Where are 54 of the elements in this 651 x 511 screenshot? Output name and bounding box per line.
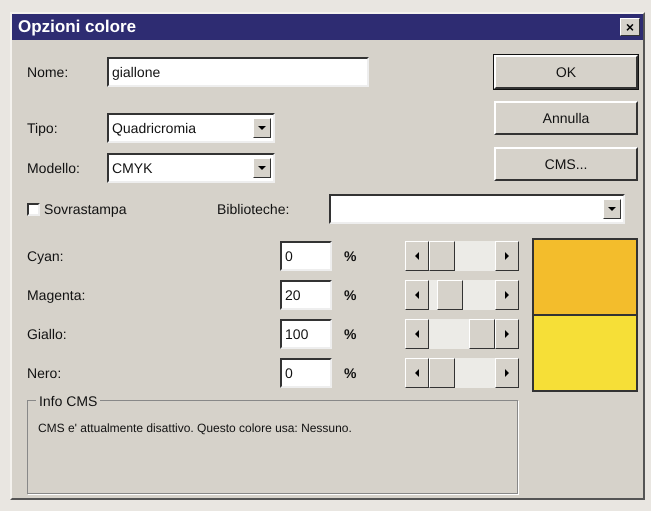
value-field[interactable]: 0 bbox=[280, 241, 332, 271]
unit-label: % bbox=[343, 324, 358, 344]
arrow-left-icon bbox=[413, 252, 421, 260]
scroll-left-button[interactable] bbox=[405, 358, 429, 388]
unit-label: % bbox=[343, 364, 358, 382]
channel-label: Cyan: bbox=[27, 246, 65, 266]
scroll-right-button[interactable] bbox=[495, 358, 519, 388]
value-field[interactable]: 100 bbox=[280, 319, 332, 349]
name-field[interactable]: giallone bbox=[107, 57, 369, 87]
dropdown-button[interactable] bbox=[253, 118, 271, 138]
scroll-right-button[interactable] bbox=[495, 319, 519, 349]
value-field[interactable]: 20 bbox=[280, 280, 332, 310]
value-field[interactable]: 0 bbox=[280, 358, 332, 388]
dialog-button[interactable]: OK bbox=[494, 55, 638, 89]
model-dropdown[interactable]: CMYK bbox=[107, 153, 275, 183]
libraries-dropdown[interactable] bbox=[329, 194, 625, 224]
info-text: CMS e' attualmente disattivo. Questo colore usa: Nessuno. bbox=[38, 420, 353, 437]
field-label: Nome: bbox=[27, 62, 70, 82]
arrow-left-icon bbox=[413, 291, 421, 299]
dropdown-button[interactable] bbox=[253, 158, 271, 178]
arrow-left-icon bbox=[413, 369, 421, 377]
arrow-right-icon bbox=[503, 369, 511, 377]
arrow-left-icon bbox=[413, 330, 421, 338]
arrow-right-icon bbox=[503, 291, 511, 299]
arrow-right-icon bbox=[503, 330, 511, 338]
scroll-right-button[interactable] bbox=[495, 241, 519, 271]
scroll-thumb[interactable] bbox=[429, 241, 455, 271]
scroll-thumb[interactable] bbox=[429, 358, 455, 388]
scroll-right-button[interactable] bbox=[495, 280, 519, 310]
dropdown-button[interactable] bbox=[603, 199, 621, 219]
channel-label: Nero: bbox=[27, 364, 62, 382]
unit-label: % bbox=[343, 246, 358, 266]
field-label: Modello: bbox=[27, 158, 81, 178]
arrow-right-icon bbox=[503, 252, 511, 260]
scroll-thumb[interactable] bbox=[437, 280, 463, 310]
field-label: Biblioteche: bbox=[217, 200, 290, 218]
scroll-thumb[interactable] bbox=[469, 319, 495, 349]
caret-down-icon bbox=[258, 164, 266, 172]
unit-label: % bbox=[343, 286, 358, 304]
window-title: Opzioni colore bbox=[18, 16, 136, 38]
dialog-button[interactable]: CMS... bbox=[494, 147, 638, 181]
overprint-checkbox[interactable] bbox=[27, 202, 40, 216]
channel-label: Giallo: bbox=[27, 324, 68, 344]
checkbox-label: Sovrastampa bbox=[44, 200, 126, 219]
field-label: Tipo: bbox=[27, 118, 59, 138]
scroll-left-button[interactable] bbox=[405, 280, 429, 310]
scroll-left-button[interactable] bbox=[405, 319, 429, 349]
caret-down-icon bbox=[608, 205, 616, 213]
type-dropdown[interactable]: Quadricromia bbox=[107, 113, 275, 143]
dialog-button[interactable]: Annulla bbox=[494, 101, 638, 135]
close-button[interactable]: × bbox=[620, 18, 640, 36]
channel-label: Magenta: bbox=[27, 286, 86, 305]
scroll-left-button[interactable] bbox=[405, 241, 429, 271]
caret-down-icon bbox=[258, 124, 266, 132]
